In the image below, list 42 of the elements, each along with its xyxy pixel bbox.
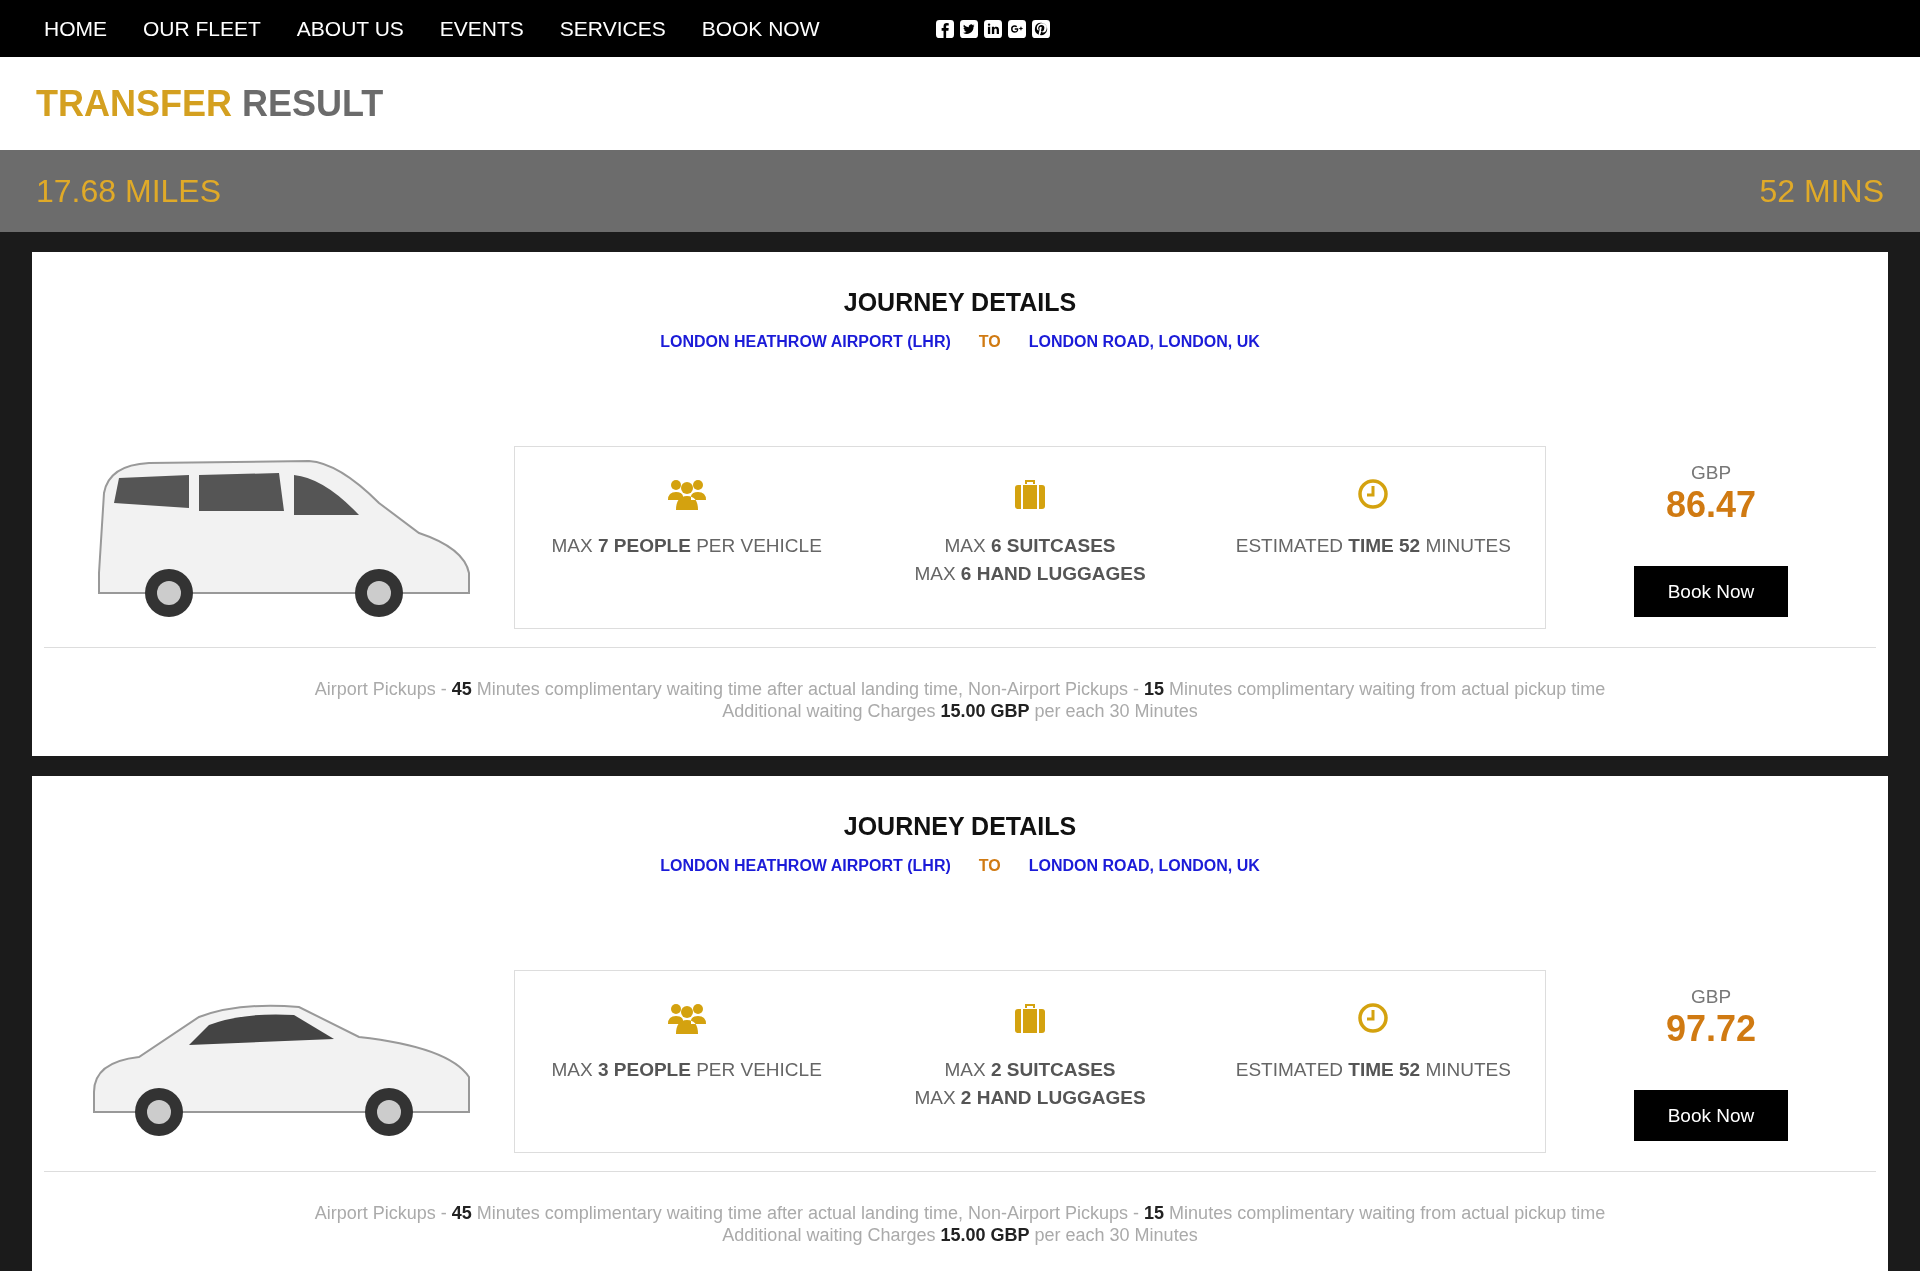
- nav-link[interactable]: OUR FLEET: [143, 16, 261, 41]
- journey-title: JOURNEY DETAILS: [843, 288, 1077, 317]
- facebook-icon[interactable]: [935, 19, 954, 38]
- waiting-note: Airport Pickups - 45 Minutes complimentary waiting time after actual landing time, Non-Airport Pickups - 15 Minutes complimentary waiting from actual pickup time: [314, 678, 1606, 700]
- journey-title: JOURNEY DETAILS: [843, 812, 1077, 841]
- feature-text: MAX 7 PEOPLE PER VEHICLE: [551, 535, 822, 557]
- duration-text: 52 MINS: [1759, 172, 1884, 210]
- waiting-note: Additional waiting Charges 15.00 GBP per each 30 Minutes: [722, 1224, 1198, 1246]
- twitter-icon[interactable]: [959, 19, 978, 38]
- pinterest-icon[interactable]: [1031, 19, 1050, 38]
- price-text: 97.72: [1665, 1008, 1757, 1050]
- feature-text: MAX 2 SUITCASES: [944, 1059, 1116, 1081]
- feature-text: ESTIMATED TIME 52 MINUTES: [1235, 1059, 1511, 1081]
- to-label: TO: [978, 333, 1001, 351]
- distance-text: 17.68 MILES: [36, 172, 221, 210]
- page-title: TRANSFER RESULT: [36, 82, 384, 125]
- feature-text: MAX 6 HAND LUGGAGES: [914, 563, 1146, 585]
- book-now-button[interactable]: Book Now: [1634, 1090, 1788, 1141]
- waiting-note: Airport Pickups - 45 Minutes complimentary waiting time after actual landing time, Non-Airport Pickups - 15 Minutes complimentary waiting from actual pickup time: [314, 1202, 1606, 1224]
- people-icon: [666, 477, 707, 511]
- price-text: 86.47: [1665, 484, 1757, 526]
- nav-link[interactable]: ABOUT US: [296, 16, 404, 41]
- to-label: TO: [978, 857, 1001, 875]
- nav-link[interactable]: EVENTS: [439, 16, 524, 41]
- linkedin-icon[interactable]: [983, 19, 1002, 38]
- feature-text: ESTIMATED TIME 52 MINUTES: [1235, 535, 1511, 557]
- dropoff-location: LONDON ROAD, LONDON, UK: [1028, 857, 1260, 875]
- google-plus-icon[interactable]: [1007, 19, 1026, 38]
- feature-text: MAX 6 SUITCASES: [944, 535, 1116, 557]
- people-icon: [666, 1001, 707, 1035]
- currency-label: GBP: [1690, 462, 1732, 484]
- feature-text: MAX 2 HAND LUGGAGES: [914, 1087, 1146, 1109]
- nav-link[interactable]: HOME: [44, 16, 107, 41]
- pickup-location: LONDON HEATHROW AIRPORT (LHR): [660, 333, 951, 351]
- currency-label: GBP: [1690, 986, 1732, 1008]
- pickup-location: LONDON HEATHROW AIRPORT (LHR): [660, 857, 951, 875]
- dropoff-location: LONDON ROAD, LONDON, UK: [1028, 333, 1260, 351]
- nav-link[interactable]: SERVICES: [559, 16, 666, 41]
- book-now-button[interactable]: Book Now: [1634, 566, 1788, 617]
- waiting-note: Additional waiting Charges 15.00 GBP per each 30 Minutes: [722, 700, 1198, 722]
- feature-text: MAX 3 PEOPLE PER VEHICLE: [551, 1059, 822, 1081]
- nav-link[interactable]: BOOK NOW: [701, 16, 820, 41]
